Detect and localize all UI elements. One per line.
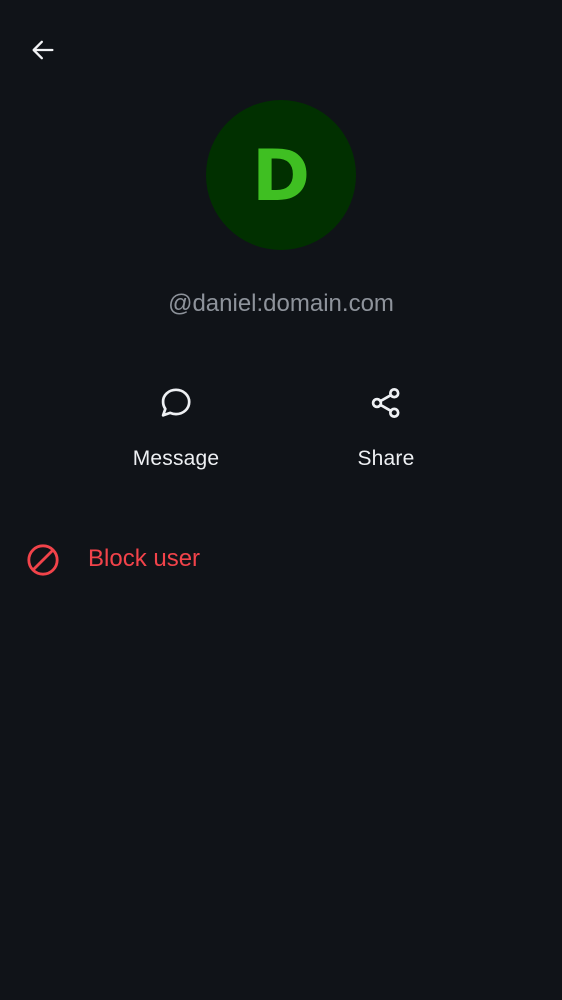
back-button[interactable] [23,30,63,70]
block-user-label: Block user [88,545,201,572]
block-icon [27,544,59,576]
user-id: @daniel:domain.com [168,290,394,317]
share-label: Share [357,447,415,470]
avatar-initial: D [251,135,311,217]
avatar: D [206,100,356,250]
share-button[interactable]: Share [296,378,476,474]
chat-bubble-icon [151,378,201,428]
share-icon [361,378,411,428]
block-user-button[interactable]: Block user [0,526,562,592]
arrow-left-icon [32,40,54,60]
message-label: Message [132,447,220,470]
message-button[interactable]: Message [86,378,266,474]
